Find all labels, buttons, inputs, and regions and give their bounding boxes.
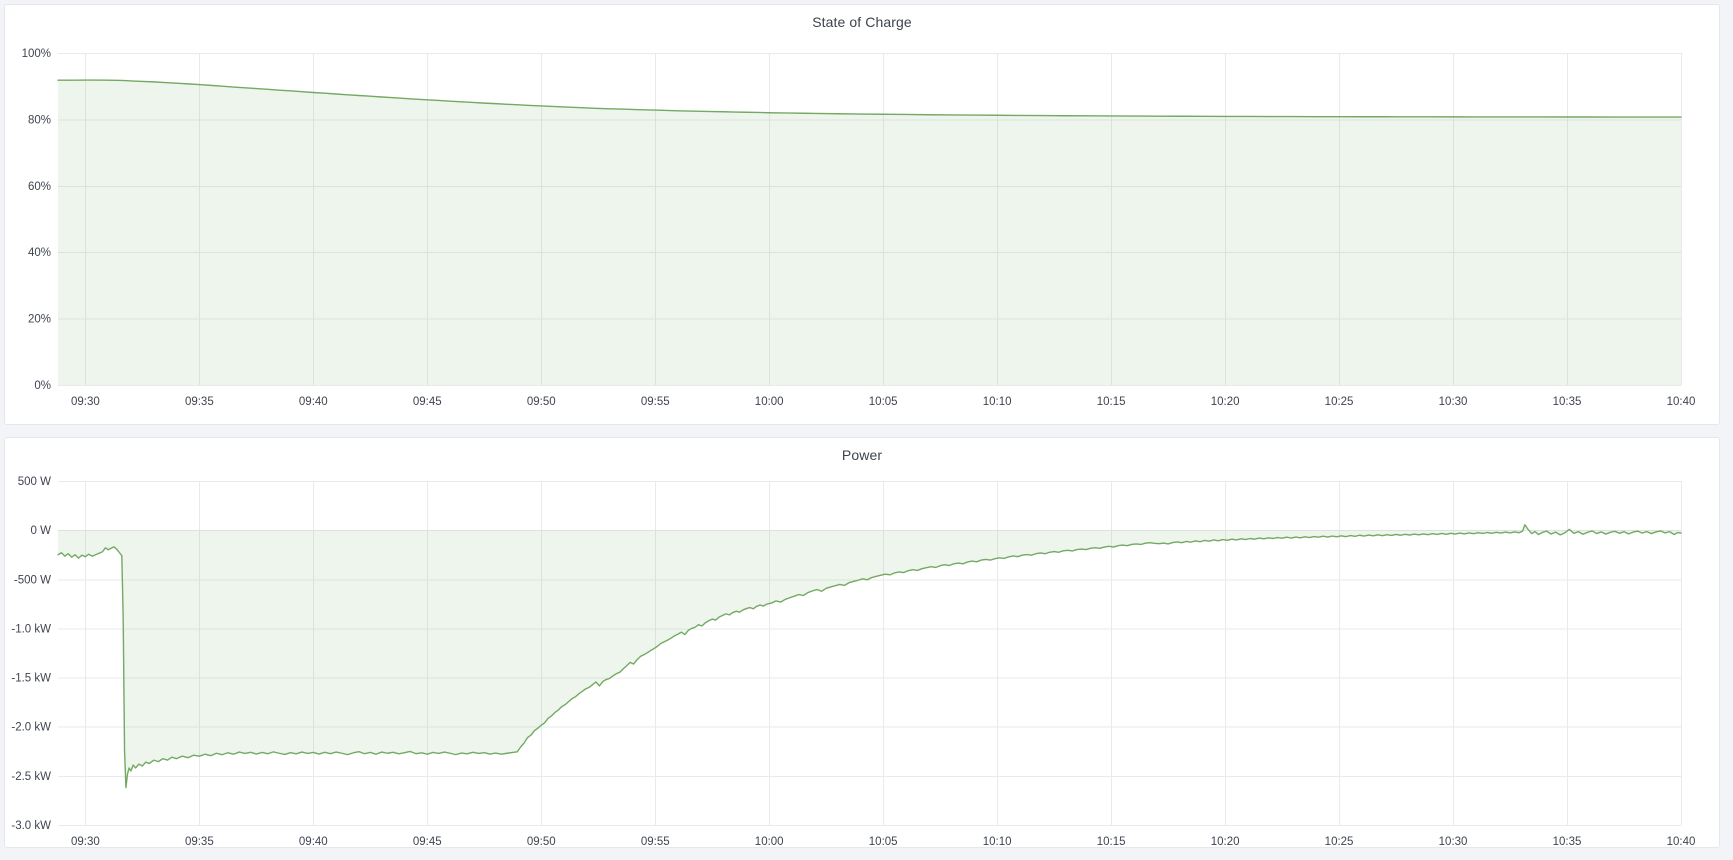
- x-axis-tick-label: 09:35: [185, 396, 214, 408]
- y-axis-tick-label: 0%: [34, 380, 51, 392]
- y-axis-tick-label: -500 W: [14, 574, 51, 586]
- x-axis-tick-label: 10:30: [1439, 836, 1468, 847]
- y-axis-tick-label: -3.0 kW: [11, 820, 51, 832]
- x-axis-tick-label: 10:20: [1211, 396, 1240, 408]
- x-axis-tick-label: 10:10: [983, 396, 1012, 408]
- x-axis-tick-label: 10:00: [755, 836, 784, 847]
- x-axis-tick-label: 10:30: [1439, 396, 1468, 408]
- y-axis-tick-label: -2.5 kW: [11, 771, 51, 783]
- x-axis-tick-label: 10:35: [1553, 396, 1582, 408]
- y-axis-tick-label: 20%: [28, 314, 51, 326]
- x-axis-tick-label: 09:30: [71, 396, 100, 408]
- x-axis-tick-label: 09:40: [299, 836, 328, 847]
- dashboard: { "page": { "background": "#f3f4f8", "pa…: [0, 0, 1733, 860]
- x-axis-tick-label: 10:15: [1097, 396, 1126, 408]
- y-axis-tick-label: 100%: [22, 48, 51, 60]
- x-axis-tick-label: 09:45: [413, 836, 442, 847]
- power-panel: Power 500 W0 W-500 W-1.0 kW-1.5 kW-2.0 k…: [4, 437, 1720, 848]
- x-axis-tick-label: 10:10: [983, 836, 1012, 847]
- x-axis-tick-label: 10:40: [1667, 836, 1696, 847]
- x-axis-tick-label: 09:55: [641, 396, 670, 408]
- y-axis-tick-label: -1.5 kW: [11, 673, 51, 685]
- y-axis-tick-label: -1.0 kW: [11, 623, 51, 635]
- x-axis-tick-label: 10:05: [869, 836, 898, 847]
- x-axis-tick-label: 09:50: [527, 396, 556, 408]
- x-axis-tick-label: 10:20: [1211, 836, 1240, 847]
- x-axis-tick-label: 09:45: [413, 396, 442, 408]
- x-axis-tick-label: 09:55: [641, 836, 670, 847]
- x-axis-tick-label: 09:30: [71, 836, 100, 847]
- y-axis-tick-label: 40%: [28, 247, 51, 259]
- y-axis-tick-label: -2.0 kW: [11, 722, 51, 734]
- x-axis-tick-label: 09:35: [185, 836, 214, 847]
- x-axis-tick-label: 10:00: [755, 396, 784, 408]
- x-axis-tick-label: 09:40: [299, 396, 328, 408]
- soc-chart-canvas[interactable]: 100% 80% 60% 40% 20% 0% 09:30 09:35 09:40 09:45 09…: [5, 5, 1719, 424]
- x-axis-tick-label: 10:25: [1325, 836, 1354, 847]
- y-axis-tick-label: 80%: [28, 114, 51, 126]
- x-axis-tick-label: 10:15: [1097, 836, 1126, 847]
- power-chart-canvas[interactable]: 500 W 0 W -500 W -1.0 kW -1.5 kW -2.0 kW -2.5 …: [5, 438, 1719, 847]
- x-axis-tick-label: 10:35: [1553, 836, 1582, 847]
- y-axis-tick-label: 500 W: [18, 476, 51, 488]
- x-axis-tick-label: 10:05: [869, 396, 898, 408]
- x-axis-tick-label: 10:25: [1325, 396, 1354, 408]
- x-axis-tick-label: 09:50: [527, 836, 556, 847]
- y-axis-tick-label: 60%: [28, 181, 51, 193]
- y-axis-tick-label: 0 W: [31, 525, 52, 537]
- x-axis-tick-label: 10:40: [1667, 396, 1696, 408]
- soc-panel: State of Charge 100%80%60%40%20%0%09:300…: [4, 4, 1720, 425]
